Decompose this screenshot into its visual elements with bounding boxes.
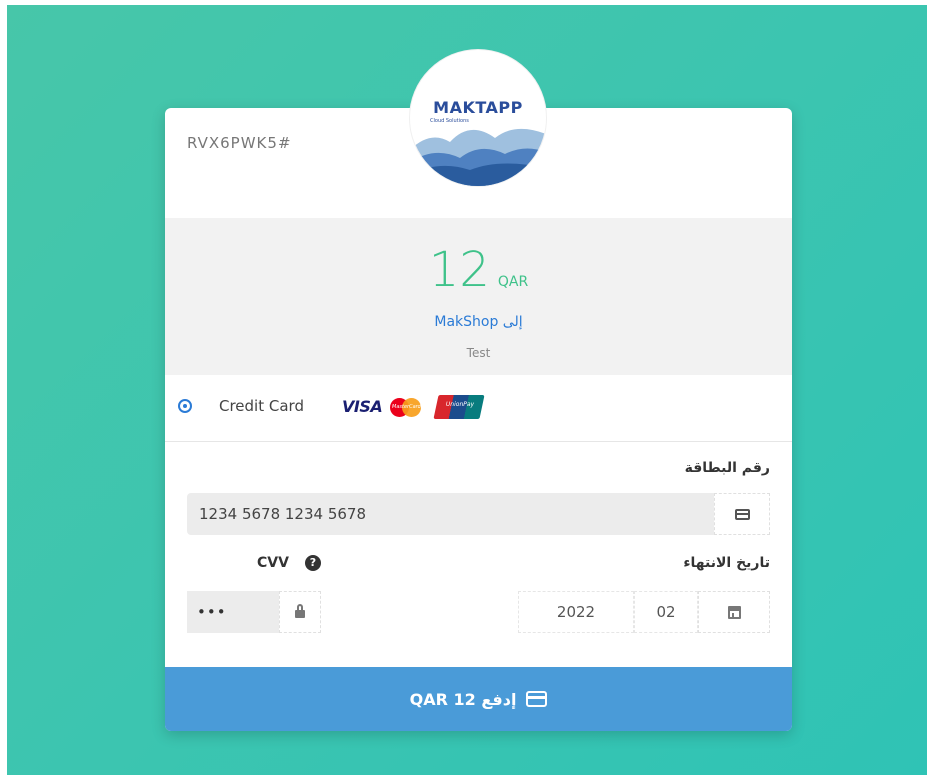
unionpay-logo-text: UnionPay [445,401,475,408]
pay-card-icon [526,691,548,707]
payment-method-label: Credit Card [219,397,304,415]
credit-card-icon [734,508,750,520]
lock-icon [295,604,305,618]
card-number-input[interactable] [187,493,714,535]
expiry-year-input[interactable] [518,591,634,633]
mastercard-logo-icon: MasterCard [388,396,426,418]
credit-card-radio[interactable] [178,399,192,413]
pay-button[interactable]: إدفع 12 QAR [165,667,792,731]
logo-text: MAKTAPP [433,98,523,117]
lock-icon-box [279,591,321,633]
merchant-link[interactable]: إلى MakShop [165,314,792,330]
calendar-icon [727,605,741,619]
mastercard-logo-text: MasterCard [392,404,421,410]
cvv-input[interactable] [187,591,279,633]
cvv-help-icon[interactable]: ? [305,555,321,571]
logo-subtitle: Cloud Solutions [430,118,469,124]
order-reference: RVX6PWK5# [187,134,292,152]
payment-method-row[interactable]: Credit Card VISA MasterCard UnionPay [165,375,792,442]
payment-description: Test [466,346,491,360]
visa-logo-icon: VISA [342,397,383,416]
maktapp-logo: MAKTAPP Cloud Solutions [410,50,546,186]
pay-button-label: إدفع 12 QAR [409,689,517,709]
card-number-label: رقم البطاقة [684,460,770,476]
cvv-label: CVV [257,555,289,571]
payment-card: RVX6PWK5# 12 QAR إلى MakShop Test Credit … [165,108,792,731]
amount-line: 12 QAR [165,242,792,298]
expiry-month-input[interactable] [634,591,698,633]
payment-summary: 12 QAR إلى MakShop Test [165,218,792,375]
amount-currency: QAR [497,274,529,290]
amount-value: 12 [428,242,490,298]
calendar-icon-box [698,591,770,633]
card-icon-box [714,493,770,535]
expiry-label: تاريخ الانتهاء [683,555,770,571]
